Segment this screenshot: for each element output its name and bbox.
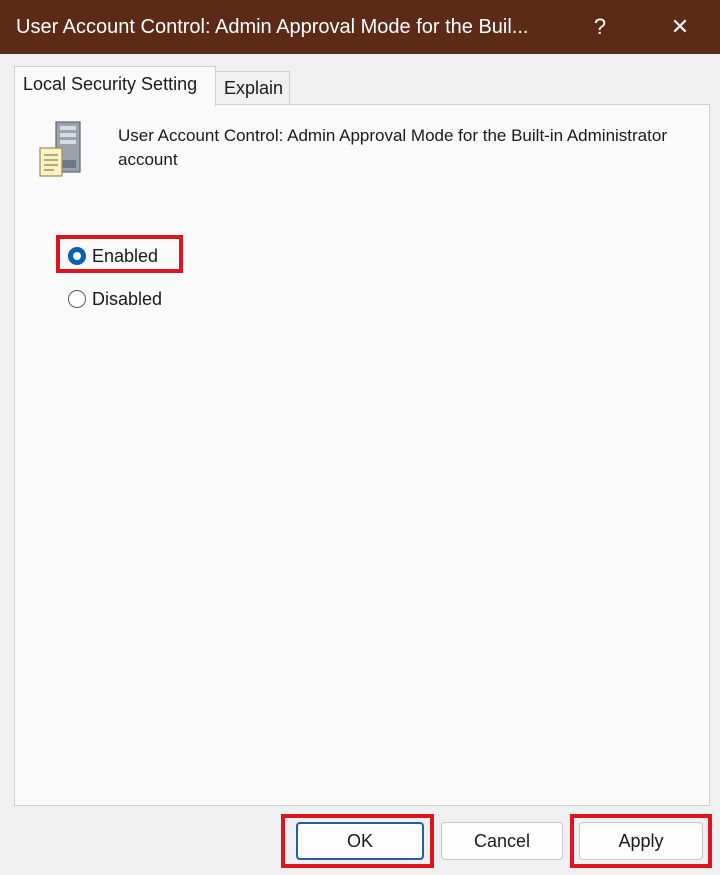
disabled-radio[interactable] bbox=[68, 290, 86, 308]
disabled-label: Disabled bbox=[92, 288, 163, 309]
tab-panel bbox=[14, 104, 710, 806]
enabled-option[interactable]: Enabled bbox=[68, 242, 158, 270]
security-policy-dialog: User Account Control: Admin Approval Mod… bbox=[0, 0, 720, 875]
tab-local-security-setting[interactable]: Local Security Setting bbox=[14, 66, 216, 106]
apply-button[interactable]: Apply bbox=[579, 822, 703, 860]
enabled-radio[interactable] bbox=[68, 247, 86, 265]
disabled-option[interactable]: Disabled bbox=[68, 285, 162, 313]
cancel-button[interactable]: Cancel bbox=[441, 822, 563, 860]
window-title: User Account Control: Admin Approval Mod… bbox=[16, 16, 529, 38]
title-bar[interactable]: User Account Control: Admin Approval Mod… bbox=[0, 0, 720, 54]
help-button[interactable]: ? bbox=[570, 0, 630, 54]
help-icon: ? bbox=[593, 14, 607, 39]
enabled-label: Enabled bbox=[92, 245, 159, 266]
close-button[interactable]: ✕ bbox=[650, 0, 710, 54]
ok-button[interactable]: OK bbox=[296, 822, 424, 860]
tab-label: Explain bbox=[224, 78, 284, 98]
server-policy-icon bbox=[39, 121, 81, 177]
tab-label: Local Security Setting bbox=[23, 74, 198, 94]
policy-description: User Account Control: Admin Approval Mod… bbox=[118, 126, 667, 169]
close-icon: ✕ bbox=[670, 14, 690, 39]
tab-explain[interactable]: Explain bbox=[216, 71, 290, 104]
